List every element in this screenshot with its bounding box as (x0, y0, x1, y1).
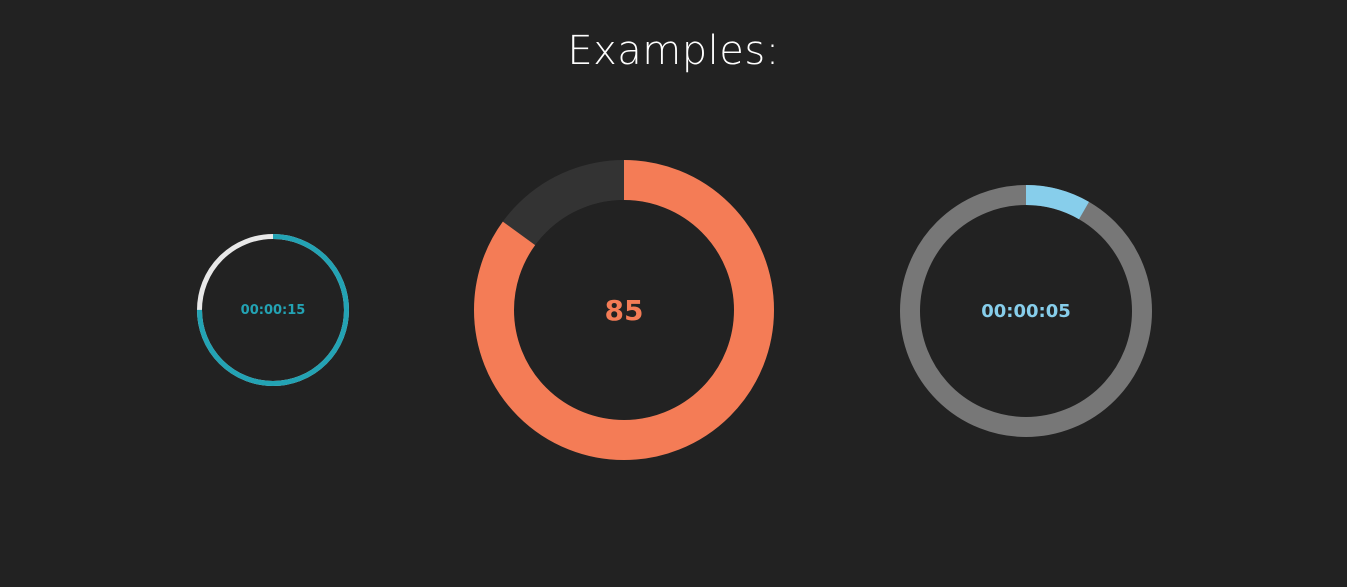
page-title: Examples: (567, 28, 780, 74)
percent-dial: 85 (474, 160, 774, 460)
percent-dial-label: 85 (604, 293, 644, 327)
timer-dial-large-label: 00:00:05 (981, 300, 1071, 322)
timer-dial-small: 00:00:15 (197, 234, 349, 386)
timer-dial-large: 00:00:05 (900, 185, 1152, 437)
page: Examples: 00:00:15 85 00:00:05 (0, 0, 1347, 587)
timer-dial-small-label: 00:00:15 (240, 302, 306, 318)
